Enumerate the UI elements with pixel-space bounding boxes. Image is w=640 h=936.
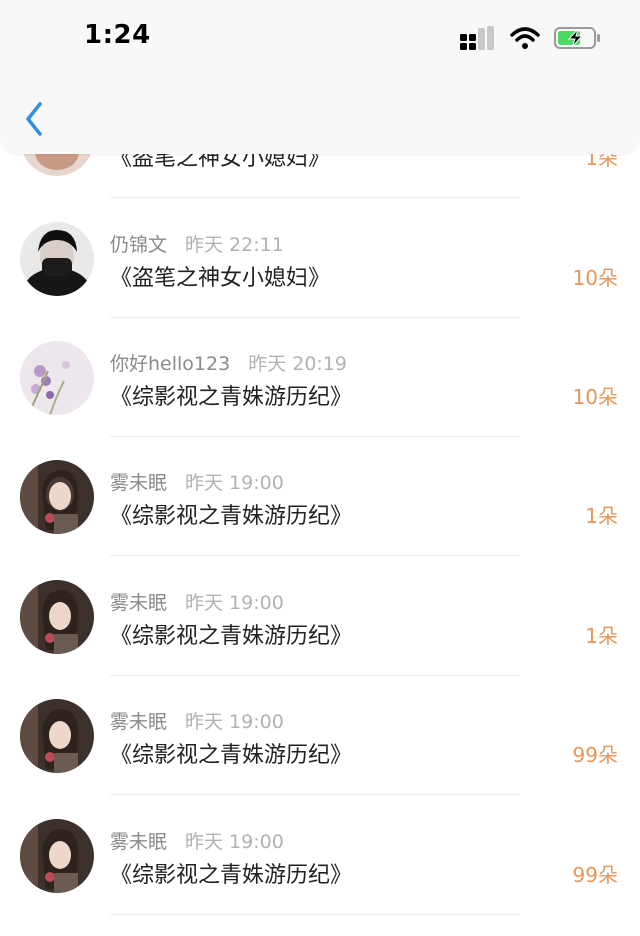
timestamp: 昨天 20:19: [248, 353, 347, 375]
list-item[interactable]: 你好hello123 昨天 20:19 《综影视之青姝游历纪》 10朵: [0, 319, 640, 437]
user-name: 雾未眠: [110, 472, 168, 494]
status-time: 1:24: [84, 20, 151, 50]
avatar[interactable]: [20, 819, 94, 893]
meta-line: 你好hello123 昨天 20:19: [110, 349, 347, 376]
book-title: 《综影视之青姝游历纪》: [110, 624, 353, 649]
navigation-header: 1:24: [0, 0, 640, 154]
book-title: 《综影视之青姝游历纪》: [110, 385, 353, 410]
user-name: 你好hello123: [110, 353, 231, 375]
gift-amount: 10朵: [572, 266, 618, 290]
divider: [110, 197, 520, 198]
meta-line: 雾未眠 昨天 19:00: [110, 707, 284, 734]
list-item[interactable]: 仍锦文 昨天 22:11 《盗笔之神女小媳妇》 10朵: [0, 200, 640, 318]
meta-line: 雾未眠 昨天 19:00: [110, 827, 284, 854]
timestamp: 昨天 19:00: [185, 831, 284, 853]
chevron-left-icon: [26, 102, 42, 136]
divider: [110, 675, 520, 676]
user-name: 雾未眠: [110, 711, 168, 733]
user-name: 仍锦文: [110, 234, 168, 256]
list-item[interactable]: 雾未眠 昨天 19:00 《综影视之青姝游历纪》 99朵: [0, 677, 640, 795]
gift-amount: 99朵: [572, 743, 618, 767]
book-title: 《综影视之青姝游历纪》: [110, 504, 353, 529]
divider: [110, 317, 520, 318]
meta-line: 雾未眠 昨天 19:00: [110, 588, 284, 615]
timestamp: 昨天 19:00: [185, 472, 284, 494]
book-title: 《综影视之青姝游历纪》: [110, 743, 353, 768]
meta-line: 雾未眠 昨天 19:00: [110, 468, 284, 495]
divider: [110, 555, 520, 556]
divider: [110, 436, 520, 437]
list-item[interactable]: 雾未眠 昨天 19:00 《综影视之青姝游历纪》 1朵: [0, 438, 640, 556]
back-button[interactable]: [18, 96, 58, 142]
user-name: 雾未眠: [110, 831, 168, 853]
list-item[interactable]: 雾未眠 昨天 19:00 《综影视之青姝游历纪》 99朵: [0, 797, 640, 915]
avatar[interactable]: [20, 580, 94, 654]
status-icons: [460, 24, 602, 52]
timestamp: 昨天 19:00: [185, 711, 284, 733]
avatar[interactable]: [20, 222, 94, 296]
screen: 《盗笔之神女小媳妇》 1朵 仍锦文 昨天 22:11 《盗笔之神女小媳妇》 10朵: [0, 0, 640, 936]
avatar[interactable]: [20, 699, 94, 773]
wifi-icon: [510, 27, 540, 49]
gift-amount: 10朵: [572, 385, 618, 409]
gift-amount: 99朵: [572, 863, 618, 887]
gift-amount: 1朵: [585, 504, 618, 528]
gift-amount: 1朵: [585, 624, 618, 648]
signal-icon: [460, 26, 494, 50]
meta-line: 仍锦文 昨天 22:11: [110, 230, 284, 257]
list-item[interactable]: 雾未眠 昨天 19:00 《综影视之青姝游历纪》 1朵: [0, 558, 640, 676]
divider: [110, 914, 520, 915]
avatar[interactable]: [20, 460, 94, 534]
timestamp: 昨天 19:00: [185, 592, 284, 614]
user-name: 雾未眠: [110, 592, 168, 614]
avatar[interactable]: [20, 341, 94, 415]
battery-charging-icon: [554, 27, 600, 49]
divider: [110, 794, 520, 795]
timestamp: 昨天 22:11: [185, 234, 284, 256]
book-title: 《盗笔之神女小媳妇》: [110, 266, 331, 291]
book-title: 《综影视之青姝游历纪》: [110, 863, 353, 888]
